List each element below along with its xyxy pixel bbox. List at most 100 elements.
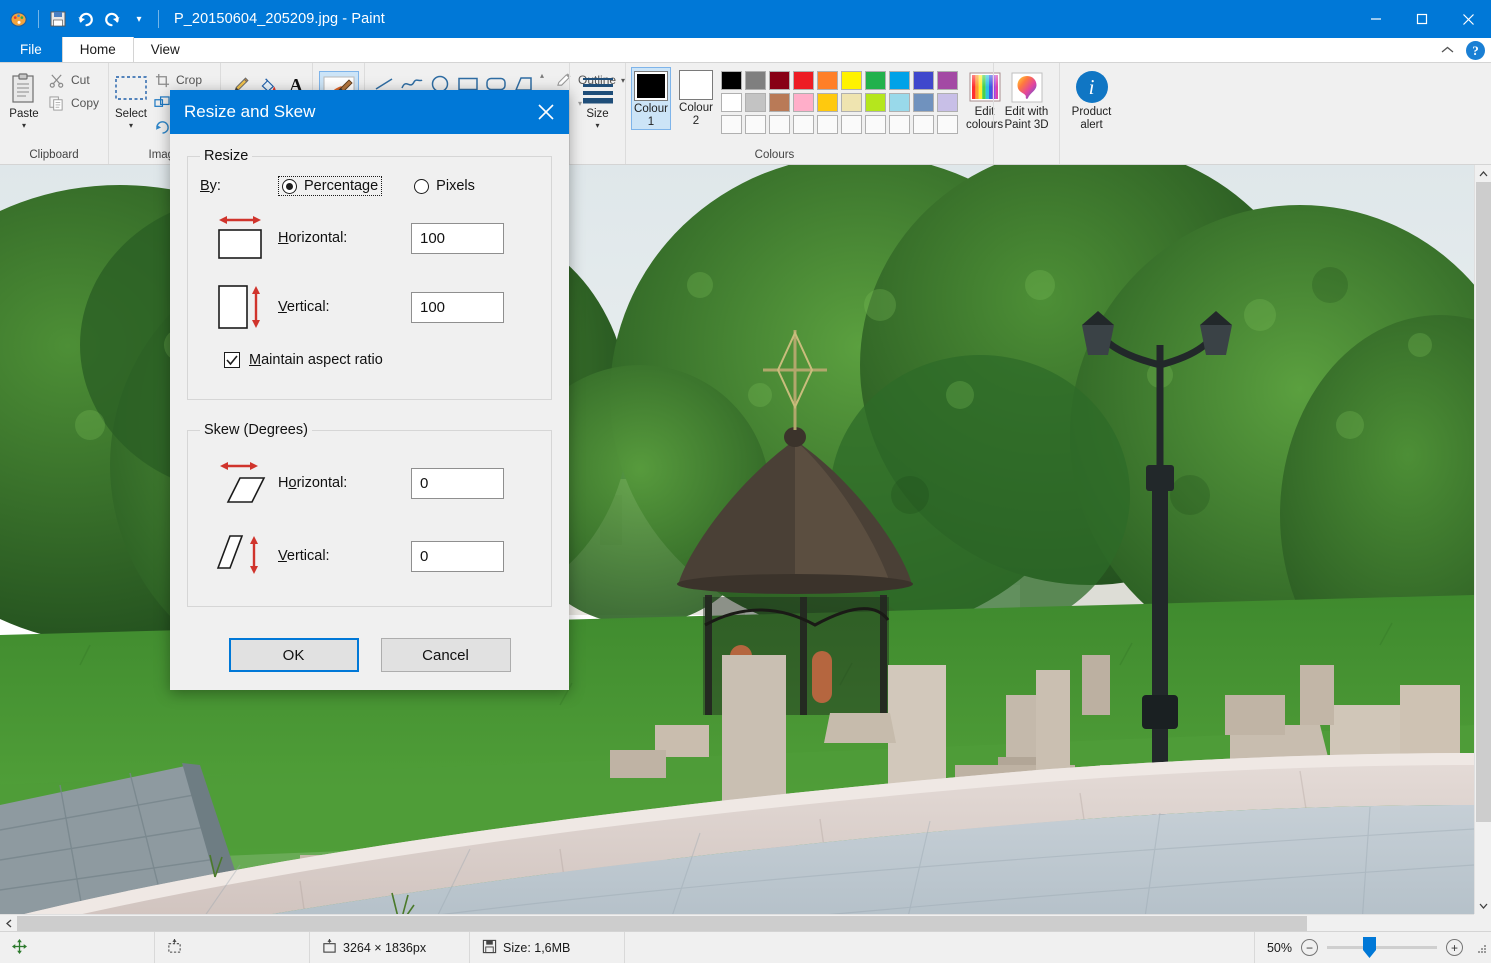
colour-swatch-r1c8[interactable] [889,71,910,90]
colour-swatch-r1c10[interactable] [937,71,958,90]
resize-vertical-input[interactable]: 100 [411,292,504,323]
zoom-slider-thumb[interactable] [1363,937,1376,958]
edit-with-paint3d-button[interactable]: Edit with Paint 3D [999,67,1054,132]
shapes-scroll-up-icon[interactable]: ▴ [540,71,544,81]
paint3d-icon [1010,70,1044,104]
skew-horizontal-label: Horizontal: [278,475,411,491]
zoom-in-button[interactable]: + [1446,939,1463,956]
zoom-controls: 50% − + [1254,932,1475,963]
skew-horizontal-input[interactable]: 0 [411,468,504,499]
copy-label: Copy [71,96,99,110]
redo-icon[interactable] [99,4,125,34]
scroll-left-arrow-icon[interactable] [0,915,17,932]
paste-caret-icon[interactable]: ▾ [22,121,26,130]
zoom-out-button[interactable]: − [1301,939,1318,956]
colour-swatch-r2c5[interactable] [817,93,838,112]
colour-swatch-r1c9[interactable] [913,71,934,90]
dialog-title-text: Resize and Skew [184,102,315,122]
resize-by-row: By: Percentage Pixels [200,170,541,198]
zoom-level-text: 50% [1267,941,1292,955]
colour-swatch-r3c3[interactable] [769,115,790,134]
zoom-slider-track[interactable] [1327,946,1437,949]
save-icon[interactable] [45,4,71,34]
copy-button[interactable]: Copy [46,92,103,114]
close-button[interactable] [1445,0,1491,38]
paste-button[interactable]: Paste ▾ [5,67,43,130]
colour-swatch-r1c5[interactable] [817,71,838,90]
maximize-button[interactable] [1399,0,1445,38]
maintain-aspect-checkbox[interactable] [224,352,240,368]
colour-swatch-r3c7[interactable] [865,115,886,134]
scroll-up-arrow-icon[interactable] [1475,165,1491,182]
colour-swatch-r1c2[interactable] [745,71,766,90]
colour-swatch-r3c9[interactable] [913,115,934,134]
crop-icon [153,71,171,89]
dialog-close-button[interactable] [523,90,569,134]
skew-vertical-input[interactable]: 0 [411,541,504,572]
percentage-focus-wrapper: Percentage [278,176,382,196]
colour-swatch-r2c10[interactable] [937,93,958,112]
colours-group-label: Colours [561,147,988,164]
colour-swatch-r2c3[interactable] [769,93,790,112]
colour-swatch-r2c8[interactable] [889,93,910,112]
cancel-button[interactable]: Cancel [381,638,511,672]
customize-qat-caret-icon[interactable]: ▾ [126,4,152,34]
select-caret-icon[interactable]: ▾ [129,121,133,130]
maintain-aspect-row[interactable]: Maintain aspect ratio [200,352,541,368]
help-icon[interactable]: ? [1466,41,1485,60]
scrollbar-corner [1474,914,1491,931]
size-caret-icon[interactable]: ▾ [595,121,599,130]
colour-swatch-r3c2[interactable] [745,115,766,134]
vertical-scroll-thumb[interactable] [1476,182,1491,822]
colour-swatch-r2c4[interactable] [793,93,814,112]
colour2-button[interactable]: Colour 2 [677,67,715,128]
tab-view[interactable]: View [134,37,197,62]
size-button[interactable]: Size ▾ [575,67,620,130]
resize-horizontal-input[interactable]: 100 [411,223,504,254]
product-alert-button[interactable]: i Product alert [1065,67,1118,132]
percentage-radio[interactable] [282,179,297,194]
colour-swatch-r1c6[interactable] [841,71,862,90]
crop-button[interactable]: Crop [151,69,224,91]
horizontal-scrollbar[interactable] [0,914,1474,931]
colour-swatch-r2c6[interactable] [841,93,862,112]
percentage-label: Percentage [304,178,378,194]
paint-app-icon[interactable] [6,4,32,34]
colour-swatch-r3c8[interactable] [889,115,910,134]
minimize-button[interactable] [1353,0,1399,38]
colour-swatch-r3c1[interactable] [721,115,742,134]
colour-swatch-r2c9[interactable] [913,93,934,112]
colour-swatch-r3c6[interactable] [841,115,862,134]
select-button[interactable]: Select ▾ [114,67,148,130]
tab-home[interactable]: Home [62,37,134,62]
resize-and-skew-dialog[interactable]: Resize and Skew Resize By: Percentage [170,90,569,690]
vertical-scrollbar[interactable] [1474,165,1491,914]
resize-vertical-label: Vertical: [278,299,411,315]
qat-separator-2 [158,10,159,28]
colour1-button[interactable]: Colour 1 [631,67,671,130]
undo-icon[interactable] [72,4,98,34]
ok-button[interactable]: OK [229,638,359,672]
colour-swatch-r3c4[interactable] [793,115,814,134]
colour-swatch-r3c5[interactable] [817,115,838,134]
colour-swatch-r1c4[interactable] [793,71,814,90]
colour-swatch-r2c1[interactable] [721,93,742,112]
paint-window: ▾ P_20150604_205209.jpg - Paint File Hom… [0,0,1491,963]
colour-swatch-r3c10[interactable] [937,115,958,134]
colour-swatch-r1c7[interactable] [865,71,886,90]
paint3d-label-line1: Edit with [1005,106,1048,119]
horizontal-scroll-thumb[interactable] [17,916,1307,931]
collapse-ribbon-icon[interactable] [1437,45,1458,57]
colour-swatch-r2c2[interactable] [745,93,766,112]
skew-vertical-row: Vertical: 0 [200,528,541,584]
ribbon-group-paint3d: Edit with Paint 3D [993,63,1059,164]
resize-grip-icon[interactable] [1475,942,1487,954]
tab-file[interactable]: File [0,37,62,62]
colour-swatch-r1c1[interactable] [721,71,742,90]
cut-button[interactable]: Cut [46,69,103,91]
scroll-down-arrow-icon[interactable] [1475,897,1491,914]
colour-swatch-r2c7[interactable] [865,93,886,112]
pixels-radio[interactable] [414,179,429,194]
pixels-label: Pixels [436,178,475,194]
colour-swatch-r1c3[interactable] [769,71,790,90]
